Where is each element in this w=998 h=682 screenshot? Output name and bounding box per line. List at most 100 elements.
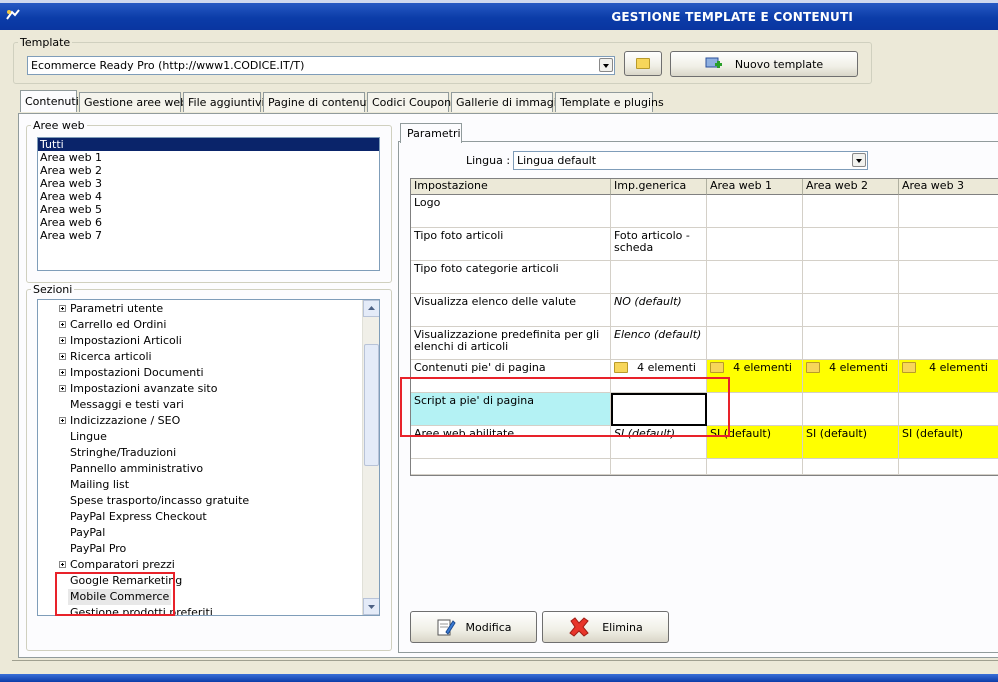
tree-item[interactable]: PayPal Pro (70, 541, 126, 557)
modifica-button[interactable]: Modifica (410, 611, 537, 643)
scroll-up-icon[interactable] (363, 300, 379, 317)
tree-item[interactable]: Carrello ed Ordini (59, 317, 166, 333)
sezioni-scrollbar[interactable] (362, 300, 379, 615)
aree-web-list[interactable]: Tutti Area web 1 Area web 2 Area web 3 A… (37, 137, 380, 271)
grid-cell[interactable] (803, 459, 899, 475)
row-label: Logo (411, 195, 611, 228)
column-header: Area web 1 (707, 179, 803, 195)
tree-item[interactable]: Parametri utente (59, 301, 163, 317)
chevron-down-icon[interactable] (599, 58, 613, 72)
chevron-down-icon[interactable] (852, 153, 866, 167)
template-select[interactable]: Ecommerce Ready Pro (http://www1.CODICE.… (27, 56, 615, 75)
annotation-box-script (400, 377, 730, 437)
sezioni-tree[interactable]: Parametri utente Carrello ed Ordini Impo… (37, 299, 380, 616)
expand-icon[interactable] (59, 353, 66, 360)
tree-item[interactable]: Impostazioni avanzate sito (59, 381, 217, 397)
grid-cell[interactable] (899, 261, 998, 294)
grid-cell[interactable] (707, 261, 803, 294)
tab-file-aggiuntivi[interactable]: File aggiuntivi (183, 92, 265, 112)
list-item[interactable]: Area web 7 (38, 229, 379, 242)
scroll-thumb[interactable] (364, 344, 379, 466)
tab-codici-coupon[interactable]: Codici Coupon (367, 92, 451, 112)
grid-cell[interactable]: Foto articolo - scheda (611, 228, 707, 261)
tree-item[interactable]: Lingue (70, 429, 107, 445)
row-label: Visualizzazione predefinita per gli elen… (411, 327, 611, 360)
lingua-select-value: Lingua default (517, 154, 597, 167)
tree-item[interactable]: Comparatori prezzi (59, 557, 175, 573)
grid-cell[interactable]: NO (default) (611, 294, 707, 327)
tab-gestione-aree-web[interactable]: Gestione aree web (79, 92, 187, 112)
tree-item[interactable]: Mailing list (70, 477, 129, 493)
folder-icon (710, 362, 724, 373)
expand-icon[interactable] (59, 417, 66, 424)
tree-item[interactable]: Impostazioni Documenti (59, 365, 204, 381)
tab-pagine-contenuti[interactable]: Pagine di contenuti (263, 92, 374, 112)
folder-icon (614, 362, 628, 373)
expand-icon[interactable] (59, 321, 66, 328)
grid-cell[interactable] (611, 195, 707, 228)
tree-item[interactable]: Ricerca articoli (59, 349, 152, 365)
grid-cell[interactable] (803, 294, 899, 327)
tab-template-plugins[interactable]: Template e plugins (555, 92, 664, 112)
folder-icon (806, 362, 820, 373)
open-folder-button[interactable] (624, 51, 662, 76)
grid-cell[interactable] (803, 261, 899, 294)
expand-icon[interactable] (59, 337, 66, 344)
tab-gallerie-immagini[interactable]: Gallerie di immagini (451, 92, 567, 112)
list-item[interactable]: Area web 5 (38, 203, 379, 216)
grid-cell[interactable] (707, 327, 803, 360)
grid-cell[interactable] (803, 393, 899, 426)
tree-item[interactable]: Stringhe/Traduzioni (70, 445, 176, 461)
grid-cell[interactable] (899, 327, 998, 360)
tree-item[interactable]: Messaggi e testi vari (70, 397, 184, 413)
grid-cell[interactable] (899, 195, 998, 228)
grid-cell[interactable] (707, 459, 803, 475)
tree-item[interactable]: Pannello amministrativo (70, 461, 203, 477)
expand-icon[interactable] (59, 305, 66, 312)
tree-item[interactable]: PayPal Express Checkout (70, 509, 207, 525)
grid-cell[interactable] (899, 459, 998, 475)
list-item[interactable]: Tutti (38, 138, 379, 151)
expand-icon[interactable] (59, 385, 66, 392)
grid-cell[interactable] (611, 459, 707, 475)
divider (12, 660, 998, 661)
new-template-button[interactable]: Nuovo template (670, 51, 858, 77)
list-item[interactable]: Area web 3 (38, 177, 379, 190)
expand-icon[interactable] (59, 561, 66, 568)
grid-cell[interactable]: SI (default) (803, 426, 899, 459)
tab-contenuti[interactable]: Contenuti (20, 90, 79, 112)
grid-cell[interactable] (707, 294, 803, 327)
elimina-label: Elimina (602, 620, 643, 634)
tree-item[interactable]: PayPal (70, 525, 105, 541)
grid-cell[interactable]: 4 elementi (803, 360, 899, 393)
grid-cell[interactable] (803, 327, 899, 360)
edit-icon (437, 619, 456, 636)
grid-cell[interactable]: Elenco (default) (611, 327, 707, 360)
grid-cell[interactable] (803, 195, 899, 228)
list-item[interactable]: Area web 1 (38, 151, 379, 164)
list-item[interactable]: Area web 2 (38, 164, 379, 177)
grid-cell[interactable] (899, 228, 998, 261)
scroll-down-icon[interactable] (363, 598, 379, 615)
grid-cell[interactable] (899, 393, 998, 426)
expand-icon[interactable] (59, 369, 66, 376)
list-item[interactable]: Area web 4 (38, 190, 379, 203)
tree-item[interactable]: Indicizzazione / SEO (59, 413, 180, 429)
elimina-button[interactable]: Elimina (542, 611, 669, 643)
add-template-icon (705, 57, 722, 68)
grid-cell[interactable]: 4 elementi (899, 360, 998, 393)
tree-item[interactable]: Spese trasporto/incasso gratuite (70, 493, 249, 509)
grid-cell[interactable] (611, 261, 707, 294)
tree-item[interactable]: Impostazioni Articoli (59, 333, 182, 349)
column-header: Impostazione (411, 179, 611, 195)
lingua-select[interactable]: Lingua default (513, 151, 868, 170)
tab-parametri[interactable]: Parametri (400, 123, 462, 143)
grid-cell[interactable] (803, 228, 899, 261)
grid-cell[interactable] (899, 294, 998, 327)
grid-cell[interactable] (707, 195, 803, 228)
taskbar (0, 674, 998, 682)
list-item[interactable]: Area web 6 (38, 216, 379, 229)
grid-cell[interactable] (707, 228, 803, 261)
grid-cell[interactable]: SI (default) (899, 426, 998, 459)
sezioni-label: Sezioni (33, 283, 73, 296)
